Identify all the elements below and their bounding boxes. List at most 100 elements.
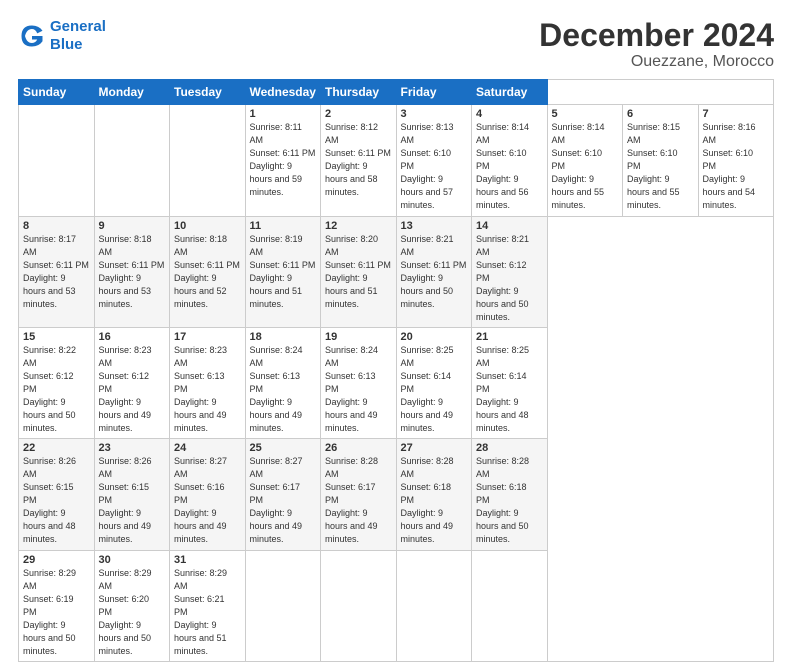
calendar-day-cell [245,550,321,661]
weekday-header-cell: Saturday [472,80,548,105]
calendar-day-cell: 10Sunrise: 8:18 AMSunset: 6:11 PMDayligh… [170,216,246,327]
day-number: 8 [23,220,90,232]
page: General Blue December 2024 Ouezzane, Mor… [0,0,792,612]
calendar-day-cell: 8Sunrise: 8:17 AMSunset: 6:11 PMDaylight… [19,216,95,327]
weekday-header-cell: Wednesday [245,80,321,105]
day-number: 2 [325,108,392,120]
day-info: Sunrise: 8:14 AMSunset: 6:10 PMDaylight:… [552,121,619,212]
day-number: 19 [325,331,392,343]
calendar-day-cell [321,550,397,661]
day-info: Sunrise: 8:28 AMSunset: 6:17 PMDaylight:… [325,455,392,546]
day-number: 5 [552,108,619,120]
day-info: Sunrise: 8:13 AMSunset: 6:10 PMDaylight:… [401,121,468,212]
calendar-day-cell [472,550,548,661]
day-number: 28 [476,442,543,454]
day-number: 27 [401,442,468,454]
calendar-day-cell: 15Sunrise: 8:22 AMSunset: 6:12 PMDayligh… [19,327,95,438]
day-info: Sunrise: 8:16 AMSunset: 6:10 PMDaylight:… [703,121,770,212]
day-info: Sunrise: 8:12 AMSunset: 6:11 PMDaylight:… [325,121,392,199]
calendar-day-cell: 29Sunrise: 8:29 AMSunset: 6:19 PMDayligh… [19,550,95,661]
day-info: Sunrise: 8:29 AMSunset: 6:20 PMDaylight:… [99,567,166,658]
day-info: Sunrise: 8:11 AMSunset: 6:11 PMDaylight:… [250,121,317,199]
day-info: Sunrise: 8:27 AMSunset: 6:17 PMDaylight:… [250,455,317,546]
weekday-header-row: SundayMondayTuesdayWednesdayThursdayFrid… [19,80,774,105]
day-number: 30 [99,554,166,566]
weekday-header-cell: Tuesday [170,80,246,105]
day-info: Sunrise: 8:27 AMSunset: 6:16 PMDaylight:… [174,455,241,546]
calendar-day-cell: 14Sunrise: 8:21 AMSunset: 6:12 PMDayligh… [472,216,548,327]
weekday-header-cell: Thursday [321,80,397,105]
day-info: Sunrise: 8:26 AMSunset: 6:15 PMDaylight:… [99,455,166,546]
day-number: 11 [250,220,317,232]
calendar-day-cell: 31Sunrise: 8:29 AMSunset: 6:21 PMDayligh… [170,550,246,661]
day-number: 24 [174,442,241,454]
calendar-day-cell [170,105,246,216]
day-info: Sunrise: 8:29 AMSunset: 6:19 PMDaylight:… [23,567,90,658]
calendar-day-cell: 25Sunrise: 8:27 AMSunset: 6:17 PMDayligh… [245,439,321,550]
day-number: 31 [174,554,241,566]
calendar-day-cell: 20Sunrise: 8:25 AMSunset: 6:14 PMDayligh… [396,327,472,438]
day-number: 12 [325,220,392,232]
calendar-week-row: 15Sunrise: 8:22 AMSunset: 6:12 PMDayligh… [19,327,774,438]
day-number: 16 [99,331,166,343]
logo-text: General Blue [50,18,106,54]
day-number: 14 [476,220,543,232]
day-number: 17 [174,331,241,343]
day-number: 15 [23,331,90,343]
day-number: 9 [99,220,166,232]
calendar-day-cell: 7Sunrise: 8:16 AMSunset: 6:10 PMDaylight… [698,105,774,216]
calendar-day-cell: 22Sunrise: 8:26 AMSunset: 6:15 PMDayligh… [19,439,95,550]
main-title: December 2024 [539,18,774,53]
day-info: Sunrise: 8:15 AMSunset: 6:10 PMDaylight:… [627,121,694,212]
calendar-day-cell: 30Sunrise: 8:29 AMSunset: 6:20 PMDayligh… [94,550,170,661]
calendar-day-cell: 1Sunrise: 8:11 AMSunset: 6:11 PMDaylight… [245,105,321,216]
calendar-day-cell: 9Sunrise: 8:18 AMSunset: 6:11 PMDaylight… [94,216,170,327]
day-info: Sunrise: 8:26 AMSunset: 6:15 PMDaylight:… [23,455,90,546]
day-number: 7 [703,108,770,120]
day-number: 20 [401,331,468,343]
calendar-day-cell: 26Sunrise: 8:28 AMSunset: 6:17 PMDayligh… [321,439,397,550]
day-number: 21 [476,331,543,343]
day-number: 6 [627,108,694,120]
calendar-day-cell: 24Sunrise: 8:27 AMSunset: 6:16 PMDayligh… [170,439,246,550]
day-info: Sunrise: 8:23 AMSunset: 6:12 PMDaylight:… [99,344,166,435]
header: General Blue December 2024 Ouezzane, Mor… [18,18,774,71]
day-number: 1 [250,108,317,120]
day-number: 25 [250,442,317,454]
day-number: 26 [325,442,392,454]
calendar-day-cell: 23Sunrise: 8:26 AMSunset: 6:15 PMDayligh… [94,439,170,550]
weekday-header-cell: Friday [396,80,472,105]
day-number: 10 [174,220,241,232]
day-info: Sunrise: 8:28 AMSunset: 6:18 PMDaylight:… [401,455,468,546]
calendar-week-row: 8Sunrise: 8:17 AMSunset: 6:11 PMDaylight… [19,216,774,327]
calendar-day-cell: 19Sunrise: 8:24 AMSunset: 6:13 PMDayligh… [321,327,397,438]
logo-icon [18,22,46,50]
day-info: Sunrise: 8:20 AMSunset: 6:11 PMDaylight:… [325,233,392,311]
calendar-day-cell: 5Sunrise: 8:14 AMSunset: 6:10 PMDaylight… [547,105,623,216]
calendar-week-row: 22Sunrise: 8:26 AMSunset: 6:15 PMDayligh… [19,439,774,550]
calendar-day-cell: 3Sunrise: 8:13 AMSunset: 6:10 PMDaylight… [396,105,472,216]
day-info: Sunrise: 8:14 AMSunset: 6:10 PMDaylight:… [476,121,543,212]
day-info: Sunrise: 8:23 AMSunset: 6:13 PMDaylight:… [174,344,241,435]
calendar-day-cell: 12Sunrise: 8:20 AMSunset: 6:11 PMDayligh… [321,216,397,327]
weekday-header-cell: Monday [94,80,170,105]
day-info: Sunrise: 8:28 AMSunset: 6:18 PMDaylight:… [476,455,543,546]
calendar-day-cell: 11Sunrise: 8:19 AMSunset: 6:11 PMDayligh… [245,216,321,327]
calendar-day-cell: 16Sunrise: 8:23 AMSunset: 6:12 PMDayligh… [94,327,170,438]
day-info: Sunrise: 8:17 AMSunset: 6:11 PMDaylight:… [23,233,90,311]
calendar-day-cell [396,550,472,661]
day-number: 18 [250,331,317,343]
calendar-day-cell: 2Sunrise: 8:12 AMSunset: 6:11 PMDaylight… [321,105,397,216]
calendar-week-row: 1Sunrise: 8:11 AMSunset: 6:11 PMDaylight… [19,105,774,216]
day-number: 23 [99,442,166,454]
day-number: 4 [476,108,543,120]
calendar-day-cell: 28Sunrise: 8:28 AMSunset: 6:18 PMDayligh… [472,439,548,550]
day-info: Sunrise: 8:18 AMSunset: 6:11 PMDaylight:… [174,233,241,311]
day-info: Sunrise: 8:22 AMSunset: 6:12 PMDaylight:… [23,344,90,435]
calendar-day-cell [19,105,95,216]
day-info: Sunrise: 8:24 AMSunset: 6:13 PMDaylight:… [250,344,317,435]
day-info: Sunrise: 8:21 AMSunset: 6:12 PMDaylight:… [476,233,543,324]
calendar-day-cell: 21Sunrise: 8:25 AMSunset: 6:14 PMDayligh… [472,327,548,438]
day-info: Sunrise: 8:25 AMSunset: 6:14 PMDaylight:… [476,344,543,435]
day-number: 29 [23,554,90,566]
